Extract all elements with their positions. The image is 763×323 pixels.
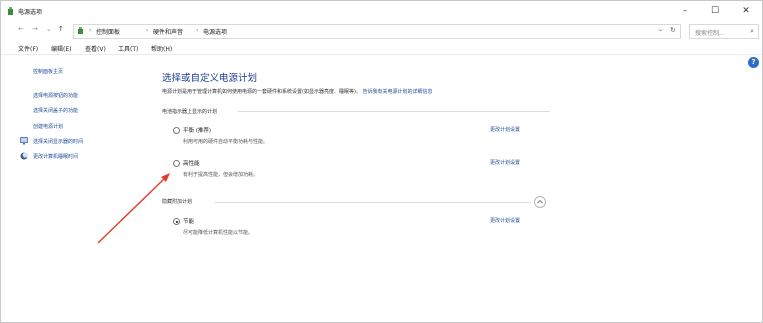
annotation-arrow xyxy=(97,173,170,244)
power-options-window: 电源选项 – ☐ ✕ ← → ⌄ ↑ › 控制面板 › 硬件和声音 › 电源选项… xyxy=(0,0,763,323)
